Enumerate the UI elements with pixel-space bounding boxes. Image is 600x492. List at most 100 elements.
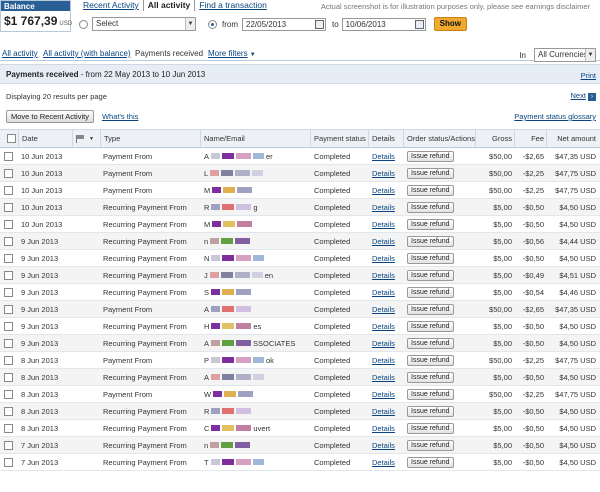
issue-refund-button[interactable]: Issue refund xyxy=(407,150,454,162)
row-status: Completed xyxy=(314,219,351,229)
row-checkbox[interactable] xyxy=(4,304,13,314)
details-link[interactable]: Details xyxy=(372,458,395,467)
table-row: 10 Jun 2013 Payment From L Completed Det… xyxy=(0,165,600,182)
issue-refund-button[interactable]: Issue refund xyxy=(407,269,454,281)
column-date[interactable]: Date xyxy=(18,130,72,147)
whats-this-link[interactable]: What's this xyxy=(102,112,138,121)
details-link[interactable]: Details xyxy=(372,237,395,246)
row-date: 8 Jun 2013 xyxy=(21,406,59,416)
row-checkbox[interactable] xyxy=(4,338,13,348)
details-link[interactable]: Details xyxy=(372,407,395,416)
details-link[interactable]: Details xyxy=(372,271,395,280)
issue-refund-button[interactable]: Issue refund xyxy=(407,354,454,366)
tab-find-transaction[interactable]: Find a transaction xyxy=(195,0,271,11)
redacted-name-block xyxy=(237,221,253,227)
row-checkbox[interactable] xyxy=(4,423,13,433)
row-checkbox[interactable] xyxy=(4,355,13,365)
redacted-name-block xyxy=(223,187,236,193)
row-checkbox[interactable] xyxy=(4,151,13,161)
row-checkbox[interactable] xyxy=(4,389,13,399)
issue-refund-button[interactable]: Issue refund xyxy=(407,371,454,383)
tab-recent-activity[interactable]: Recent Activity xyxy=(79,0,144,11)
row-checkbox[interactable] xyxy=(4,202,13,212)
row-checkbox[interactable] xyxy=(4,185,13,195)
radio-select-period[interactable] xyxy=(79,19,88,29)
redacted-name-block xyxy=(222,153,235,159)
move-to-recent-button[interactable]: Move to Recent Activity xyxy=(6,110,94,123)
issue-refund-button[interactable]: Issue refund xyxy=(407,252,454,264)
row-checkbox[interactable] xyxy=(4,321,13,331)
issue-refund-button[interactable]: Issue refund xyxy=(407,456,454,468)
row-gross: $5,00 xyxy=(493,423,512,433)
row-checkbox[interactable] xyxy=(4,457,13,467)
row-checkbox[interactable] xyxy=(4,287,13,297)
subtab-all-activity[interactable]: All activity xyxy=(2,49,38,58)
period-select[interactable]: Select ▼ xyxy=(92,17,196,31)
issue-refund-button[interactable]: Issue refund xyxy=(407,405,454,417)
issue-refund-button[interactable]: Issue refund xyxy=(407,184,454,196)
row-checkbox[interactable] xyxy=(4,168,13,178)
redacted-name-block xyxy=(211,357,221,363)
details-link[interactable]: Details xyxy=(372,288,395,297)
details-link[interactable]: Details xyxy=(372,373,395,382)
currency-select[interactable]: All Currencies ▼ xyxy=(534,48,596,62)
row-name: M xyxy=(200,182,310,198)
issue-refund-button[interactable]: Issue refund xyxy=(407,439,454,451)
row-net: $4,50 USD xyxy=(559,253,596,263)
issue-refund-button[interactable]: Issue refund xyxy=(407,422,454,434)
row-checkbox[interactable] xyxy=(4,219,13,229)
tab-all-activity[interactable]: All activity xyxy=(144,0,196,11)
row-fee: -$0,50 xyxy=(522,457,544,467)
table-row: 10 Jun 2013 Payment From M Completed Det… xyxy=(0,182,600,199)
issue-refund-button[interactable]: Issue refund xyxy=(407,218,454,230)
details-link[interactable]: Details xyxy=(372,186,395,195)
details-link[interactable]: Details xyxy=(372,220,395,229)
details-link[interactable]: Details xyxy=(372,152,395,161)
select-all-checkbox[interactable] xyxy=(7,134,16,143)
balance-box: Balance $1 767,39 USD xyxy=(0,0,72,32)
activity-tabs: Recent Activity All activity Find a tran… xyxy=(79,0,271,11)
details-link[interactable]: Details xyxy=(372,339,395,348)
details-link[interactable]: Details xyxy=(372,169,395,178)
calendar-icon[interactable] xyxy=(414,19,424,29)
row-checkbox[interactable] xyxy=(4,253,13,263)
issue-refund-button[interactable]: Issue refund xyxy=(407,303,454,315)
details-link[interactable]: Details xyxy=(372,203,395,212)
issue-refund-button[interactable]: Issue refund xyxy=(407,320,454,332)
calendar-icon[interactable] xyxy=(315,19,324,29)
row-checkbox[interactable] xyxy=(4,270,13,280)
details-link[interactable]: Details xyxy=(372,356,395,365)
print-link[interactable]: Print xyxy=(581,71,596,80)
row-net: $47,35 USD xyxy=(555,151,596,161)
row-checkbox[interactable] xyxy=(4,236,13,246)
issue-refund-button[interactable]: Issue refund xyxy=(407,235,454,247)
row-checkbox[interactable] xyxy=(4,440,13,450)
payment-status-glossary-link[interactable]: Payment status glossary xyxy=(514,112,596,121)
details-link[interactable]: Details xyxy=(372,441,395,450)
issue-refund-button[interactable]: Issue refund xyxy=(407,388,454,400)
issue-refund-button[interactable]: Issue refund xyxy=(407,337,454,349)
details-link[interactable]: Details xyxy=(372,424,395,433)
subtab-payments-received[interactable]: Payments received xyxy=(135,49,203,58)
radio-date-range[interactable] xyxy=(208,19,217,29)
row-type: Recurring Payment From xyxy=(103,219,187,229)
row-net: $4,50 USD xyxy=(559,219,596,229)
row-checkbox[interactable] xyxy=(4,406,13,416)
redacted-name-block xyxy=(236,408,252,414)
from-date-input[interactable]: 22/05/2013 xyxy=(242,17,326,31)
issue-refund-button[interactable]: Issue refund xyxy=(407,286,454,298)
row-checkbox[interactable] xyxy=(4,372,13,382)
next-page[interactable]: Next › xyxy=(570,91,596,101)
details-link[interactable]: Details xyxy=(372,305,395,314)
row-fee: -$2,25 xyxy=(522,168,544,178)
issue-refund-button[interactable]: Issue refund xyxy=(407,167,454,179)
details-link[interactable]: Details xyxy=(372,390,395,399)
column-flag[interactable]: ▼ xyxy=(72,130,100,147)
subtab-more-filters[interactable]: More filters ▼ xyxy=(208,49,256,58)
subtab-all-activity-balance[interactable]: All activity (with balance) xyxy=(43,49,131,58)
issue-refund-button[interactable]: Issue refund xyxy=(407,201,454,213)
details-link[interactable]: Details xyxy=(372,254,395,263)
show-button[interactable]: Show xyxy=(433,17,468,31)
details-link[interactable]: Details xyxy=(372,322,395,331)
to-date-input[interactable]: 10/06/2013 xyxy=(341,17,426,31)
